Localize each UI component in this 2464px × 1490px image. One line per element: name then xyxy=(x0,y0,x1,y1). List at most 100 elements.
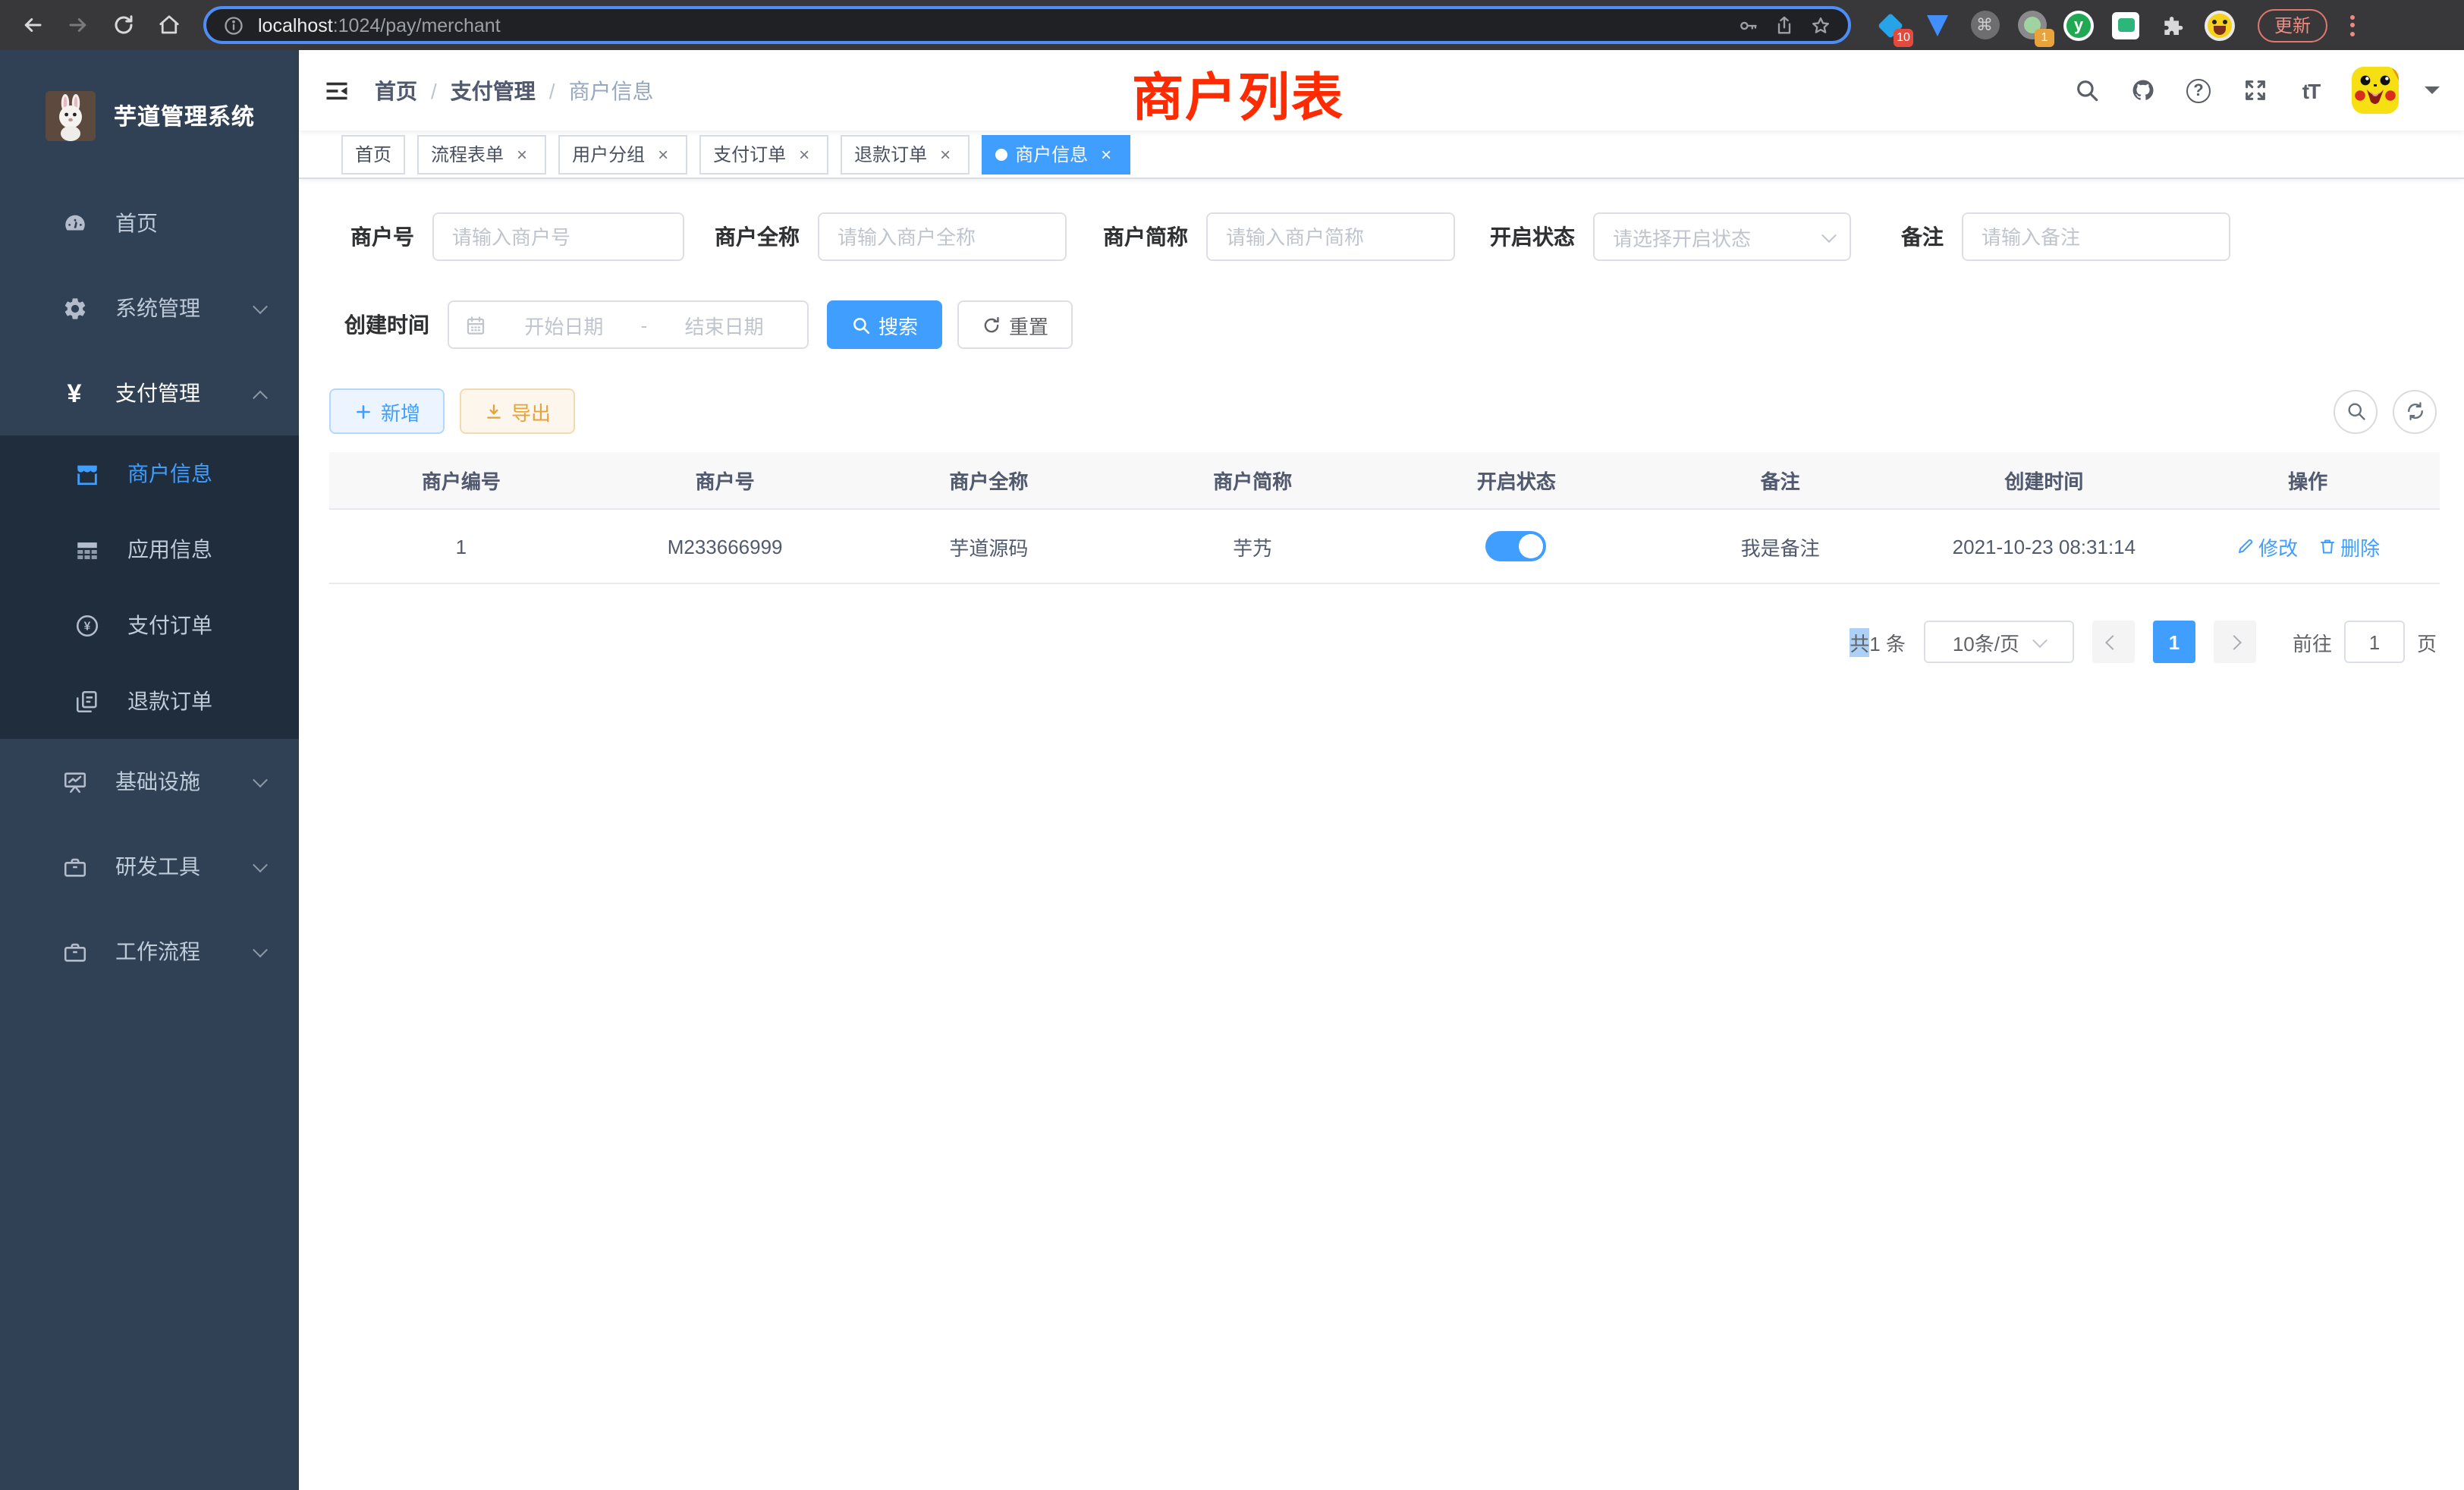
password-key-icon[interactable] xyxy=(1736,13,1760,37)
close-icon[interactable]: × xyxy=(1095,143,1117,165)
profile-avatar-icon[interactable] xyxy=(2205,10,2235,40)
breadcrumb-separator: / xyxy=(549,78,555,102)
font-size-icon[interactable]: tT xyxy=(2296,75,2326,105)
help-icon[interactable]: ? xyxy=(2183,75,2214,105)
github-icon[interactable] xyxy=(2127,75,2158,105)
refresh-icon xyxy=(2404,401,2425,422)
extension-command-icon[interactable]: ⌘ xyxy=(1969,10,2000,40)
pay-submenu: 商户信息 应用信息 ¥ 支付订单 xyxy=(0,435,299,739)
breadcrumb-home[interactable]: 首页 xyxy=(375,75,417,105)
next-page-button[interactable] xyxy=(2214,621,2256,663)
add-button[interactable]: 新增 xyxy=(329,388,445,434)
date-start-placeholder: 开始日期 xyxy=(496,310,632,339)
date-separator: - xyxy=(641,313,648,336)
status-toggle[interactable] xyxy=(1486,531,1547,561)
app-logo[interactable]: 芋道管理系统 xyxy=(0,50,299,181)
page-1-button[interactable]: 1 xyxy=(2153,621,2195,663)
tab-pay-order[interactable]: 支付订单× xyxy=(699,134,828,174)
toolbox-icon xyxy=(61,853,88,880)
short-name-input[interactable] xyxy=(1206,212,1455,261)
sidebar: 芋道管理系统 首页 系统管理 ¥ 支付管理 xyxy=(0,50,299,1490)
svg-text:¥: ¥ xyxy=(83,620,90,633)
tab-process-form[interactable]: 流程表单× xyxy=(417,134,546,174)
extensions-area: 10 ⌘ 1 y 更新 xyxy=(1875,8,2361,42)
breadcrumb-pay[interactable]: 支付管理 xyxy=(451,75,536,105)
sidebar-item-label: 应用信息 xyxy=(127,534,275,564)
sidebar-item-pay[interactable]: ¥ 支付管理 xyxy=(0,350,299,435)
reset-button[interactable]: 重置 xyxy=(957,300,1073,349)
prev-page-button[interactable] xyxy=(2092,621,2135,663)
extension-badge: 1 xyxy=(2035,28,2054,46)
column-header: 商户编号 xyxy=(329,452,593,508)
monitor-chart-icon xyxy=(61,768,88,795)
screen: localhost :1024/pay/merchant 10 ⌘ 1 xyxy=(0,0,2464,1490)
extensions-puzzle-icon[interactable] xyxy=(2158,10,2188,40)
chevron-down-icon xyxy=(253,298,268,313)
cell-actions: 修改 删除 xyxy=(2176,510,2440,583)
export-button[interactable]: 导出 xyxy=(460,388,575,434)
app-title: 芋道管理系统 xyxy=(114,99,255,131)
show-search-toggle-button[interactable] xyxy=(2334,389,2378,433)
sidebar-item-refund-order[interactable]: 退款订单 xyxy=(0,663,299,739)
pagination: 共 1 条 10条/页 1 前往 页 xyxy=(329,621,2440,663)
merchant-table: 商户编号 商户号 商户全称 商户简称 开启状态 备注 创建时间 操作 1 M23… xyxy=(329,452,2440,584)
search-icon[interactable] xyxy=(2071,75,2101,105)
close-icon[interactable]: × xyxy=(511,143,533,165)
full-name-input[interactable] xyxy=(818,212,1067,261)
page-size-select[interactable]: 10条/页 xyxy=(1924,621,2074,663)
extension-gem-icon[interactable] xyxy=(1922,10,1953,40)
share-icon[interactable] xyxy=(1772,13,1796,37)
search-button[interactable]: 搜索 xyxy=(827,300,942,349)
sidebar-item-label: 退款订单 xyxy=(127,686,275,716)
browser-reload-button[interactable] xyxy=(103,5,143,45)
browser-forward-button[interactable] xyxy=(58,5,97,45)
sidebar-item-label: 支付管理 xyxy=(115,378,228,408)
chevron-down-icon xyxy=(253,772,268,787)
browser-menu-icon[interactable] xyxy=(2344,14,2361,36)
site-info-icon[interactable] xyxy=(222,13,246,37)
sidebar-collapse-icon[interactable] xyxy=(299,50,375,130)
sidebar-item-pay-order[interactable]: ¥ 支付订单 xyxy=(0,587,299,663)
edit-link[interactable]: 修改 xyxy=(2236,532,2298,561)
sidebar-item-dev-tools[interactable]: 研发工具 xyxy=(0,824,299,909)
sidebar-item-system[interactable]: 系统管理 xyxy=(0,266,299,350)
browser-home-button[interactable] xyxy=(149,5,188,45)
browser-toolbar: localhost :1024/pay/merchant 10 ⌘ 1 xyxy=(0,0,2464,50)
extension-recorder-icon[interactable]: 1 xyxy=(2016,10,2047,40)
tab-refund-order[interactable]: 退款订单× xyxy=(841,134,970,174)
delete-link[interactable]: 删除 xyxy=(2318,532,2380,561)
sidebar-item-merchant-info[interactable]: 商户信息 xyxy=(0,435,299,511)
column-header: 商户全称 xyxy=(857,452,1121,508)
date-range-picker[interactable]: 开始日期 - 结束日期 xyxy=(448,300,809,349)
close-icon[interactable]: × xyxy=(935,143,956,165)
chevron-down-icon[interactable] xyxy=(2425,86,2440,102)
merchant-no-input[interactable] xyxy=(432,212,684,261)
status-select[interactable]: 请选择开启状态 xyxy=(1593,212,1851,261)
user-avatar[interactable] xyxy=(2352,67,2399,114)
close-icon[interactable]: × xyxy=(652,143,674,165)
bookmark-star-icon[interactable] xyxy=(1809,13,1833,37)
update-button[interactable]: 更新 xyxy=(2258,8,2327,42)
sidebar-item-home[interactable]: 首页 xyxy=(0,181,299,266)
column-header: 商户简称 xyxy=(1120,452,1384,508)
tab-merchant-info[interactable]: 商户信息× xyxy=(982,134,1130,174)
create-time-label: 创建时间 xyxy=(338,310,448,340)
browser-back-button[interactable] xyxy=(12,5,52,45)
tab-home[interactable]: 首页 xyxy=(341,134,405,174)
remark-input[interactable] xyxy=(1962,212,2230,261)
sidebar-item-app-info[interactable]: 应用信息 xyxy=(0,511,299,587)
sidebar-item-workflow[interactable]: 工作流程 xyxy=(0,909,299,994)
extension-diamond-icon[interactable]: 10 xyxy=(1875,10,1906,40)
extension-chat-icon[interactable] xyxy=(2110,10,2141,40)
sidebar-item-infra[interactable]: 基础设施 xyxy=(0,739,299,824)
address-bar[interactable]: localhost :1024/pay/merchant xyxy=(203,6,1851,44)
tab-user-group[interactable]: 用户分组× xyxy=(558,134,687,174)
refresh-table-button[interactable] xyxy=(2393,389,2437,433)
goto-page-input[interactable] xyxy=(2344,621,2405,663)
close-icon[interactable]: × xyxy=(794,143,815,165)
sidebar-item-label: 工作流程 xyxy=(115,936,228,967)
sidebar-item-label: 系统管理 xyxy=(115,293,228,323)
extension-y-icon[interactable]: y xyxy=(2063,10,2094,40)
top-navbar: 首页 / 支付管理 / 商户信息 ? xyxy=(299,50,2464,130)
fullscreen-icon[interactable] xyxy=(2239,75,2270,105)
